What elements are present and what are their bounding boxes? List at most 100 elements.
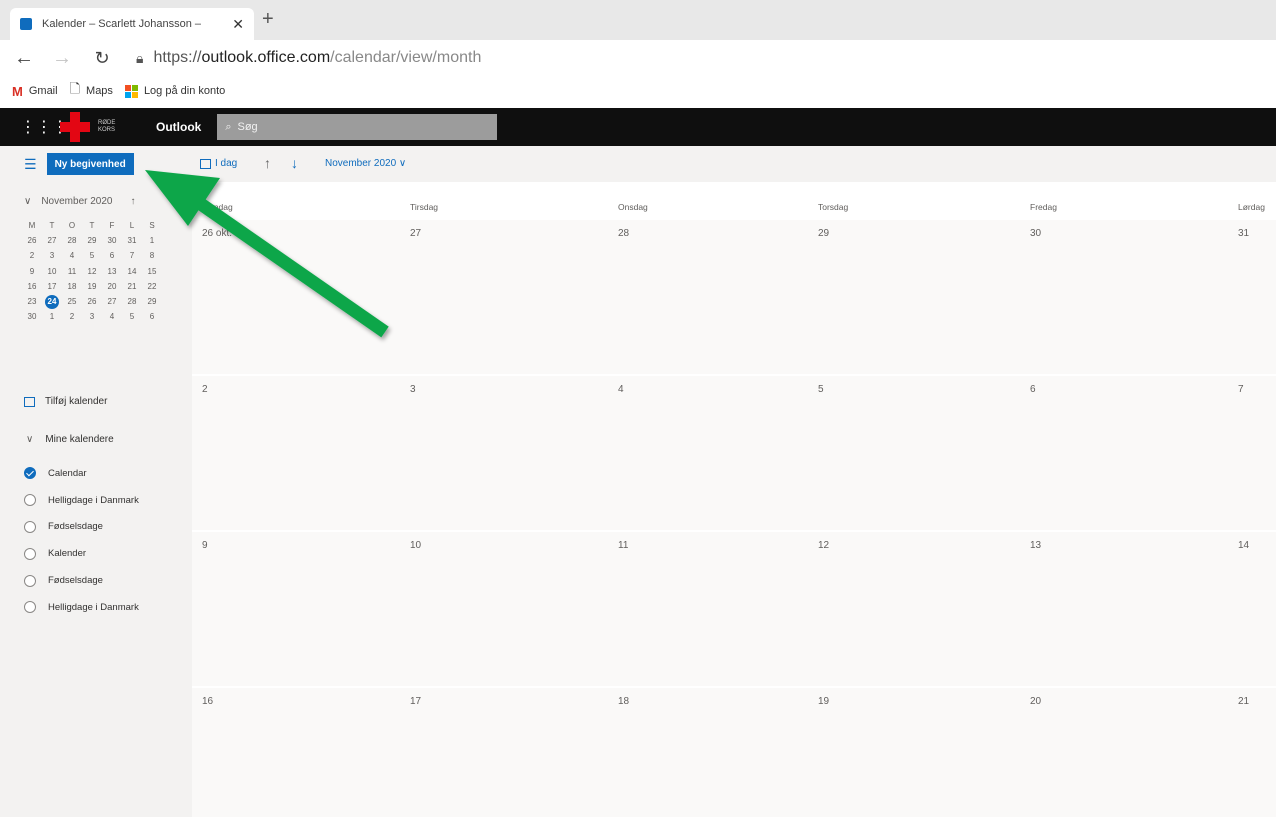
mini-calendar-day[interactable]: 24 — [45, 294, 59, 309]
close-tab-icon[interactable]: ✕ — [232, 16, 244, 33]
mini-calendar-day[interactable]: 2 — [62, 312, 82, 321]
mini-calendar-day[interactable]: 6 — [142, 312, 162, 321]
mini-calendar-day[interactable]: 6 — [102, 251, 122, 260]
mini-calendar-day[interactable]: 28 — [62, 236, 82, 245]
mini-calendar-day[interactable]: 11 — [62, 267, 82, 276]
app-title[interactable]: Outlook — [156, 120, 201, 134]
mini-calendar-day[interactable]: 7 — [122, 251, 142, 260]
day-number[interactable]: 17 — [410, 696, 421, 707]
mini-calendar-day[interactable]: 1 — [142, 236, 162, 245]
collapse-chevron-icon[interactable]: ∨ — [24, 196, 31, 207]
day-number[interactable]: 26 okt. — [202, 228, 232, 239]
mini-calendar-day[interactable]: 2 — [22, 251, 42, 260]
mini-calendar-day[interactable]: 25 — [62, 297, 82, 306]
calendar-week-row[interactable]: 16 17 18 19 20 21 — [192, 688, 1276, 817]
day-number[interactable]: 27 — [410, 228, 421, 239]
mini-calendar-day[interactable]: 30 — [22, 312, 42, 321]
mini-calendar-day[interactable]: 9 — [22, 267, 42, 276]
calendar-list-item[interactable]: Helligdage i Danmark — [24, 594, 139, 621]
refresh-icon[interactable]: ↻ — [88, 48, 116, 69]
empty-circle-icon[interactable] — [24, 574, 36, 587]
calendar-list-item[interactable]: Fødselsdage — [24, 567, 139, 594]
empty-circle-icon[interactable] — [24, 601, 36, 614]
day-number[interactable]: 11 — [618, 540, 628, 551]
mini-calendar-day[interactable]: 29 — [82, 236, 102, 245]
empty-circle-icon[interactable] — [24, 547, 36, 560]
day-number[interactable]: 2 — [202, 384, 208, 395]
day-number[interactable]: 9 — [202, 540, 208, 551]
day-number[interactable]: 31 — [1238, 228, 1249, 239]
day-number[interactable]: 29 — [818, 228, 829, 239]
mini-calendar-day[interactable]: 16 — [22, 282, 42, 291]
mini-calendar-day[interactable]: 17 — [42, 282, 62, 291]
day-number[interactable]: 14 — [1238, 540, 1249, 551]
day-number[interactable]: 16 — [202, 696, 213, 707]
mini-calendar-day[interactable]: 20 — [102, 282, 122, 291]
mini-calendar-day[interactable]: 5 — [122, 312, 142, 321]
organization-logo[interactable]: RØDE KORS — [60, 112, 126, 142]
day-number[interactable]: 20 — [1030, 696, 1041, 707]
mini-calendar-day[interactable]: 14 — [122, 267, 142, 276]
app-launcher-icon[interactable]: ⋮⋮⋮ — [20, 117, 68, 137]
mini-calendar-day[interactable]: 5 — [82, 251, 102, 260]
new-event-button[interactable]: Ny begivenhed — [46, 153, 134, 175]
calendar-week-row[interactable]: 2 3 4 5 6 7 — [192, 376, 1276, 530]
day-number[interactable]: 21 — [1238, 696, 1249, 707]
forward-arrow-icon[interactable]: → — [48, 47, 76, 70]
previous-month-icon[interactable]: ↑ — [264, 155, 271, 171]
day-number[interactable]: 6 — [1030, 384, 1036, 395]
mini-calendar-day[interactable]: 3 — [82, 312, 102, 321]
empty-circle-icon[interactable] — [24, 520, 36, 533]
calendar-list-item[interactable]: Fødselsdage — [24, 514, 139, 541]
mini-calendar-day[interactable]: 15 — [142, 267, 162, 276]
day-number[interactable]: 12 — [818, 540, 829, 551]
mini-calendar-day[interactable]: 19 — [82, 282, 102, 291]
next-month-icon[interactable]: ↓ — [291, 155, 298, 171]
mini-calendar-day[interactable]: 31 — [122, 236, 142, 245]
mini-calendar-day[interactable]: 18 — [62, 282, 82, 291]
mini-calendar-day[interactable]: 23 — [22, 297, 42, 306]
browser-tab[interactable]: Kalender – Scarlett Johansson – ✕ — [10, 8, 254, 40]
day-number[interactable]: 30 — [1030, 228, 1041, 239]
calendar-list-item[interactable]: Kalender — [24, 540, 139, 567]
bookmark-login[interactable]: Log på din konto — [124, 84, 225, 98]
empty-circle-icon[interactable] — [24, 494, 36, 507]
day-number[interactable]: 28 — [618, 228, 629, 239]
day-number[interactable]: 7 — [1238, 384, 1244, 395]
mini-calendar-day[interactable]: 10 — [42, 267, 62, 276]
mini-calendar-day[interactable]: 8 — [142, 251, 162, 260]
checked-circle-icon[interactable] — [24, 467, 36, 480]
search-input[interactable]: ⌕ Søg — [217, 114, 498, 140]
mini-calendar-day[interactable]: 30 — [102, 236, 122, 245]
day-number[interactable]: 4 — [618, 384, 624, 395]
mini-calendar-day[interactable]: 29 — [142, 297, 162, 306]
calendar-list-item[interactable]: Calendar — [24, 460, 139, 487]
mini-calendar-day[interactable]: 4 — [62, 251, 82, 260]
new-tab-button[interactable]: + — [262, 8, 274, 31]
lock-icon[interactable]: 🔒︎ — [136, 50, 143, 67]
mini-calendar-day[interactable]: 3 — [42, 251, 62, 260]
mini-calendar-day[interactable]: 27 — [42, 236, 62, 245]
today-button[interactable]: I dag — [200, 158, 237, 169]
mini-calendar-day[interactable]: 13 — [102, 267, 122, 276]
back-arrow-icon[interactable]: ← — [10, 47, 38, 70]
bookmark-maps[interactable]: 🗋 Maps — [70, 80, 113, 102]
day-number[interactable]: 19 — [818, 696, 829, 707]
mini-calendar-prev-icon[interactable]: ↑ — [130, 196, 135, 207]
hamburger-menu-icon[interactable]: ☰ — [24, 156, 37, 173]
month-picker[interactable]: November 2020 ∨ — [325, 158, 406, 169]
calendar-list-item[interactable]: Helligdage i Danmark — [24, 487, 139, 514]
mini-calendar-day[interactable]: 1 — [42, 312, 62, 321]
url-field[interactable]: https://outlook.office.com/calendar/view… — [153, 49, 481, 67]
mini-calendar-day[interactable]: 21 — [122, 282, 142, 291]
day-number[interactable]: 10 — [410, 540, 421, 551]
mini-calendar-title[interactable]: November 2020 — [41, 196, 112, 207]
calendar-week-row[interactable]: 9 10 11 12 13 14 — [192, 532, 1276, 686]
day-number[interactable]: 3 — [410, 384, 416, 395]
day-number[interactable]: 18 — [618, 696, 629, 707]
day-number[interactable]: 13 — [1030, 540, 1041, 551]
my-calendars-header[interactable]: ∨ Mine kalendere — [26, 434, 114, 445]
mini-calendar-day[interactable]: 27 — [102, 297, 122, 306]
mini-calendar-day[interactable]: 4 — [102, 312, 122, 321]
add-calendar-link[interactable]: Tilføj kalender — [24, 396, 107, 407]
